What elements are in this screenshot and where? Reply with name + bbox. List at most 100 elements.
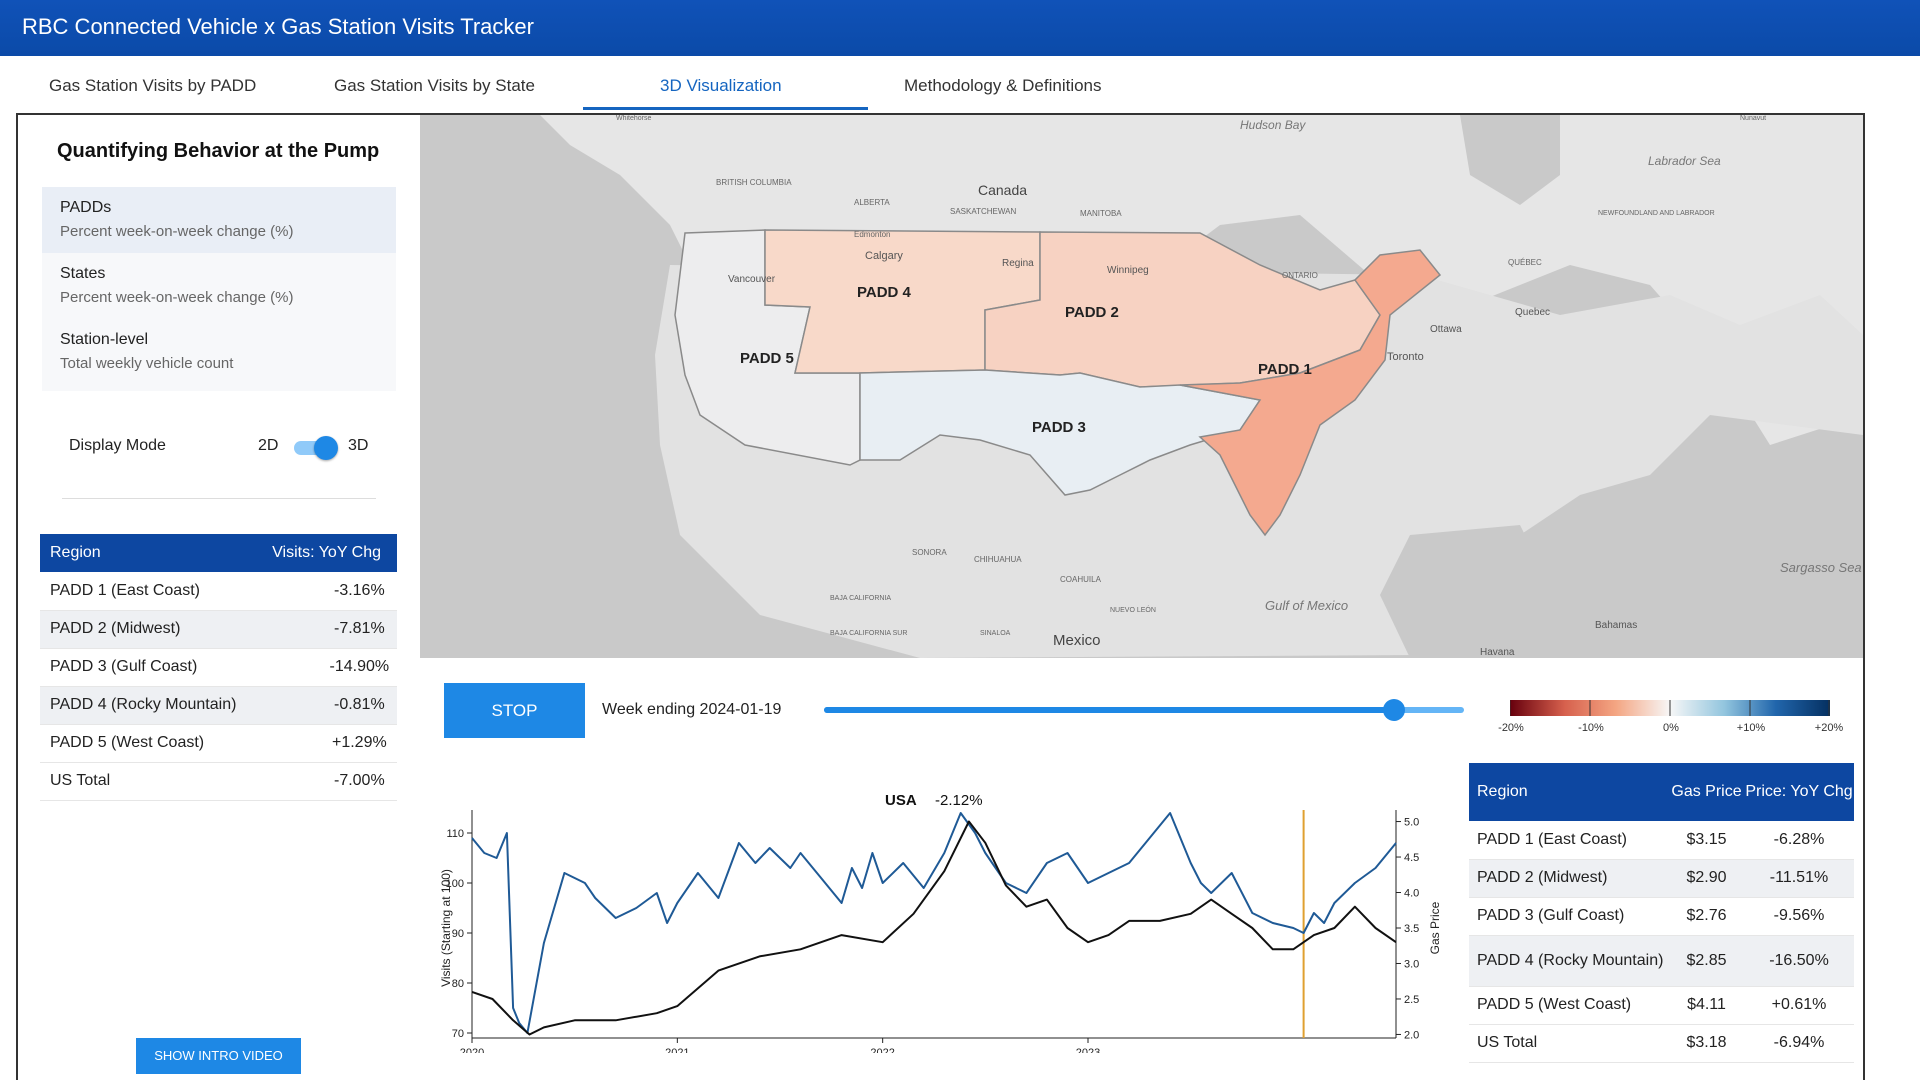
display-mode-toggle[interactable] — [294, 436, 338, 460]
layer-item-states[interactable]: States Percent week-on-week change (%) — [42, 253, 396, 319]
yoy-cell: +0.61% — [1744, 986, 1854, 1025]
visits-series-line — [471, 812, 1397, 1034]
tab-bar: Gas Station Visits by PADD Gas Station V… — [0, 56, 1920, 112]
region-cell: PADD 5 (West Coast) — [1469, 986, 1669, 1025]
show-intro-video-button[interactable]: SHOW INTRO VIDEO — [136, 1038, 301, 1074]
region-cell: PADD 1 (East Coast) — [1469, 821, 1669, 860]
map-label-canada: Canada — [978, 182, 1027, 198]
map-label-labrador-sea: Labrador Sea — [1648, 154, 1721, 168]
layer-description: Percent week-on-week change (%) — [60, 289, 294, 306]
y2-tick-label: 4.5 — [1404, 852, 1419, 864]
y2-tick-label: 2.0 — [1404, 1029, 1419, 1041]
y-tick-label: 100 — [446, 878, 464, 890]
value-cell: -7.81% — [251, 610, 397, 649]
price-cell: $4.11 — [1669, 986, 1744, 1025]
map-label-british-columbia: BRITISH COLUMBIA — [716, 178, 792, 187]
price-cell: $2.90 — [1669, 859, 1744, 898]
chart-value: -2.12% — [935, 792, 983, 809]
yoy-cell: -11.51% — [1744, 859, 1854, 898]
column-header-visits-yoy: Visits: YoY Chg — [251, 534, 397, 572]
map-label-quebec: QUÉBEC — [1508, 258, 1542, 267]
active-tab-indicator — [583, 107, 868, 110]
y2-axis-label: Gas Price — [1428, 901, 1442, 954]
x-tick-label: 2021 — [665, 1047, 689, 1053]
map-label-ottawa: Ottawa — [1430, 324, 1462, 335]
table-row: US Total -7.00% — [40, 762, 397, 801]
column-header-region: Region — [1469, 763, 1669, 821]
slider-thumb[interactable] — [1382, 699, 1405, 721]
value-cell: -7.00% — [251, 762, 397, 801]
tab-visits-by-padd[interactable]: Gas Station Visits by PADD — [49, 76, 256, 96]
tab-3d-visualization[interactable]: 3D Visualization — [660, 76, 782, 96]
map-label-winnipeg: Winnipeg — [1107, 265, 1149, 276]
sidebar-title: Quantifying Behavior at the Pump — [57, 140, 380, 162]
map-label-regina: Regina — [1002, 258, 1034, 269]
layer-item-padds[interactable]: PADDs Percent week-on-week change (%) — [42, 187, 396, 253]
display-mode-2d-label: 2D — [258, 437, 279, 454]
table-row: PADD 3 (Gulf Coast) -14.90% — [40, 648, 397, 687]
tab-methodology[interactable]: Methodology & Definitions — [904, 76, 1102, 96]
map-label-saskatchewan: SASKATCHEWAN — [950, 207, 1016, 216]
map-label-chihuahua: CHIHUAHUA — [974, 555, 1022, 564]
column-header-price-yoy: Price: YoY Chg — [1744, 763, 1854, 821]
y-tick-label: 90 — [452, 928, 464, 940]
slider-fill — [824, 707, 1394, 713]
week-slider[interactable] — [824, 699, 1464, 721]
legend-tick-label: 0% — [1663, 722, 1679, 734]
region-cell: PADD 3 (Gulf Coast) — [40, 648, 252, 687]
layer-name: PADDs — [60, 199, 112, 216]
y2-tick-label: 3.0 — [1404, 958, 1419, 970]
table-row: US Total $3.18 -6.94% — [1469, 1024, 1854, 1063]
column-header-region: Region — [40, 534, 252, 572]
layer-description: Total weekly vehicle count — [60, 355, 234, 372]
padd-4-label: PADD 4 — [857, 284, 912, 301]
gas-price-series-line — [471, 820, 1397, 1036]
padd-3-label: PADD 3 — [1032, 419, 1086, 436]
padd-2-label: PADD 2 — [1065, 304, 1119, 321]
week-ending-label: Week ending 2024-01-19 — [602, 701, 782, 718]
price-cell: $3.15 — [1669, 821, 1744, 860]
y-tick-label: 70 — [452, 1028, 464, 1040]
y-tick-label: 80 — [452, 978, 464, 990]
map-label-nuevo-leon: NUEVO LEÓN — [1110, 605, 1156, 614]
map-label-newfoundland: NEWFOUNDLAND AND LABRADOR — [1598, 210, 1715, 217]
tab-visits-by-state[interactable]: Gas Station Visits by State — [334, 76, 535, 96]
display-mode-3d-label: 3D — [348, 437, 369, 454]
map-label-sonora: SONORA — [912, 548, 947, 557]
table-row: PADD 3 (Gulf Coast) $2.76 -9.56% — [1469, 897, 1854, 936]
layer-description: Percent week-on-week change (%) — [60, 223, 294, 240]
value-cell: -0.81% — [251, 686, 397, 725]
visits-yoy-table: Region Visits: YoY Chg PADD 1 (East Coas… — [40, 534, 397, 801]
column-header-gas-price: Gas Price — [1669, 763, 1744, 821]
legend-tick-label: -20% — [1498, 722, 1524, 734]
yoy-cell: -6.94% — [1744, 1024, 1854, 1063]
layer-list: PADDs Percent week-on-week change (%) St… — [42, 187, 396, 391]
y-tick-label: 110 — [446, 828, 464, 840]
table-row: PADD 1 (East Coast) -3.16% — [40, 572, 397, 611]
toggle-thumb — [314, 436, 338, 460]
region-cell: PADD 2 (Midwest) — [1469, 859, 1669, 898]
x-tick-label: 2023 — [1076, 1047, 1100, 1053]
x-tick-label: 2022 — [870, 1047, 894, 1053]
app-title: RBC Connected Vehicle x Gas Station Visi… — [22, 14, 534, 39]
region-cell: PADD 5 (West Coast) — [40, 724, 252, 763]
region-cell: PADD 3 (Gulf Coast) — [1469, 897, 1669, 936]
map-label-whitehorse: Whitehorse — [616, 115, 652, 122]
y2-tick-label: 4.0 — [1404, 888, 1419, 900]
legend-tick-label: +20% — [1814, 722, 1844, 734]
sidebar-divider — [62, 498, 376, 499]
padd-5-label: PADD 5 — [740, 350, 794, 367]
map-label-baja-california: BAJA CALIFORNIA — [830, 595, 891, 602]
value-cell: -14.90% — [251, 648, 397, 687]
stop-button[interactable]: STOP — [444, 683, 585, 738]
region-cell: PADD 1 (East Coast) — [40, 572, 252, 611]
y2-tick-label: 5.0 — [1404, 817, 1419, 829]
table-row: PADD 4 (Rocky Mountain) -0.81% — [40, 686, 397, 725]
map-label-toronto: Toronto — [1387, 351, 1424, 363]
price-cell: $2.85 — [1669, 935, 1744, 987]
table-row: PADD 2 (Midwest) -7.81% — [40, 610, 397, 649]
price-cell: $3.18 — [1669, 1024, 1744, 1063]
padd-map[interactable]: PADD 1 PADD 2 PADD 3 PADD 4 PADD 5 Canad… — [420, 115, 1863, 658]
layer-item-station-level[interactable]: Station-level Total weekly vehicle count — [42, 319, 396, 385]
map-label-calgary: Calgary — [865, 250, 903, 262]
